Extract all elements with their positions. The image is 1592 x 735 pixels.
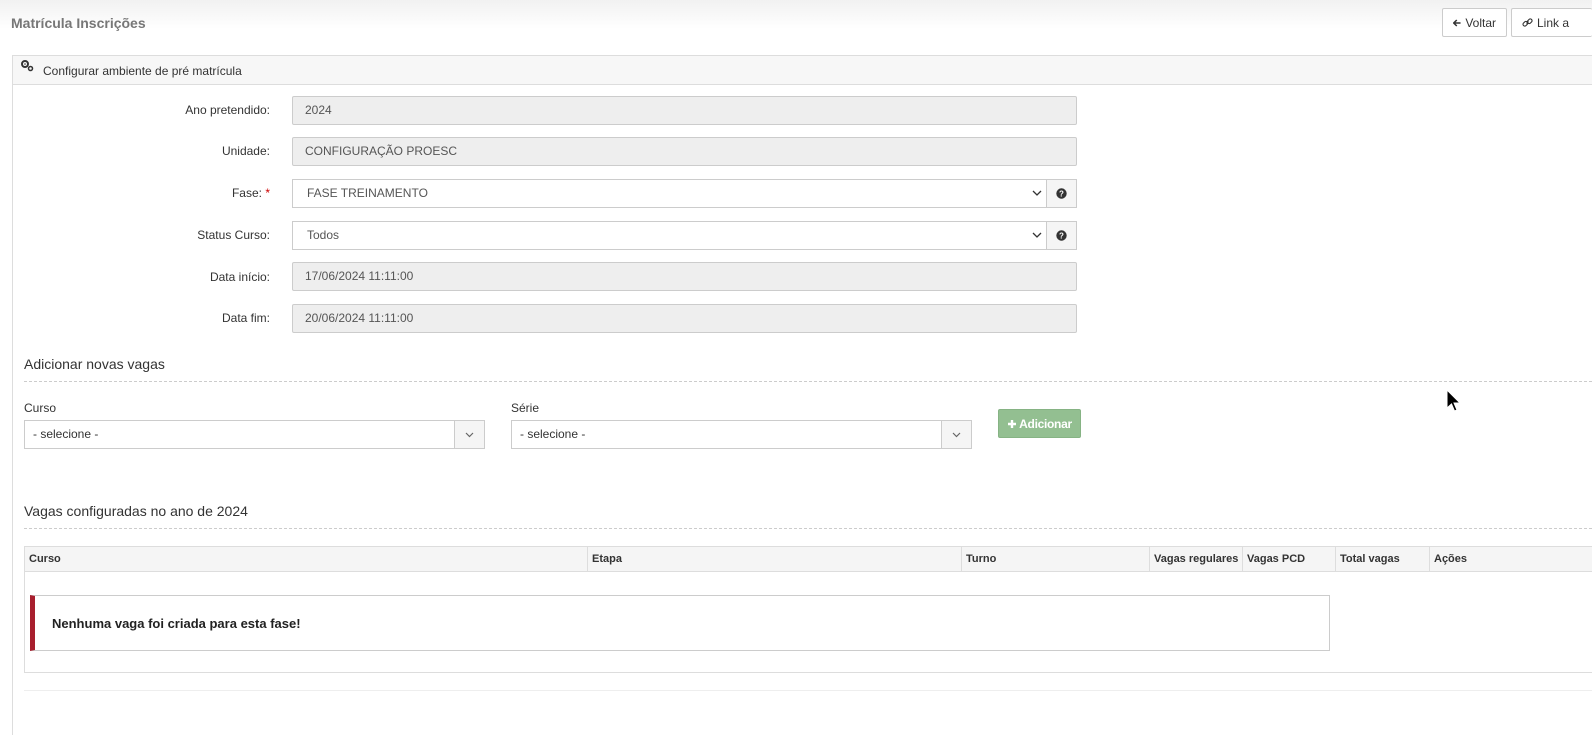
link-button-label: Link a <box>1537 15 1570 30</box>
panel-title: Configurar ambiente de pré matrícula <box>43 64 242 78</box>
status-select[interactable]: Todos <box>292 221 1047 250</box>
svg-text:?: ? <box>1059 190 1064 199</box>
fim-label: Data fim: <box>221 311 270 325</box>
vacancies-table: Curso Etapa Turno Vagas regulares Vagas … <box>24 546 1592 673</box>
table-section-title: Vagas configuradas no ano de 2024 <box>24 503 248 519</box>
curso-select-arrow[interactable] <box>454 421 484 448</box>
column-header-vagas-pcd[interactable]: Vagas PCD <box>1242 547 1335 572</box>
ano-field: 2024 <box>292 96 1077 125</box>
fase-label-text: Fase: <box>231 186 262 200</box>
footer-divider <box>24 690 1592 691</box>
fase-select-value: FASE TREINAMENTO <box>307 186 428 200</box>
link-button[interactable]: Link a <box>1511 8 1592 37</box>
chevron-down-icon <box>1032 190 1042 196</box>
serie-select[interactable]: - selecione - <box>511 420 972 449</box>
serie-label: Série <box>511 401 540 415</box>
add-section-title: Adicionar novas vagas <box>24 356 165 372</box>
chevron-down-icon <box>465 432 474 437</box>
mouse-pointer-icon <box>1446 389 1462 412</box>
arrow-left-icon <box>1453 18 1461 27</box>
panel-header: Configurar ambiente de pré matrícula <box>13 56 1592 85</box>
unidade-label: Unidade: <box>221 144 270 158</box>
fase-select[interactable]: FASE TREINAMENTO <box>292 179 1047 208</box>
section-divider <box>24 528 1592 529</box>
curso-label: Curso <box>24 401 57 415</box>
fase-help-button[interactable]: ? <box>1046 179 1077 208</box>
status-help-button[interactable]: ? <box>1046 221 1077 250</box>
empty-alert-message: Nenhuma vaga foi criada para esta fase! <box>52 616 301 631</box>
status-label: Status Curso: <box>197 228 270 242</box>
add-vacancy-label: Adicionar <box>1019 416 1072 431</box>
column-header-total-vagas[interactable]: Total vagas <box>1335 547 1429 572</box>
inicio-label: Data início: <box>209 270 270 284</box>
question-circle-icon: ? <box>1056 230 1067 241</box>
svg-text:?: ? <box>1059 232 1064 241</box>
chevron-down-icon <box>952 432 961 437</box>
page-title: Matrícula Inscrições <box>11 15 146 31</box>
back-button[interactable]: Voltar <box>1442 8 1507 37</box>
plus-icon <box>1008 419 1017 428</box>
curso-select-value: - selecione - <box>33 427 99 441</box>
top-bar <box>0 0 1592 48</box>
serie-select-value: - selecione - <box>520 427 586 441</box>
curso-select[interactable]: - selecione - <box>24 420 485 449</box>
column-header-acoes: Ações <box>1429 547 1592 572</box>
unidade-field: CONFIGURAÇÃO PROESC <box>292 137 1077 166</box>
link-icon <box>1522 18 1533 27</box>
table-header: Curso Etapa Turno Vagas regulares Vagas … <box>25 547 1592 572</box>
status-select-value: Todos <box>307 228 340 242</box>
inicio-field: 17/06/2024 11:11:00 <box>292 262 1077 291</box>
column-header-vagas-regulares[interactable]: Vagas regulares <box>1149 547 1242 572</box>
serie-select-arrow[interactable] <box>941 421 971 448</box>
required-marker: * <box>265 186 270 200</box>
question-circle-icon: ? <box>1056 188 1067 199</box>
section-divider <box>24 381 1592 382</box>
column-header-turno[interactable]: Turno <box>961 547 1149 572</box>
gears-icon <box>21 60 34 72</box>
column-header-curso[interactable]: Curso <box>25 547 587 572</box>
chevron-down-icon <box>1032 232 1042 238</box>
fase-label: Fase: * <box>12 186 270 200</box>
empty-alert: Nenhuma vaga foi criada para esta fase! <box>30 595 1330 651</box>
column-header-etapa[interactable]: Etapa <box>587 547 961 572</box>
back-button-label: Voltar <box>1465 15 1496 30</box>
ano-label: Ano pretendido: <box>185 103 270 117</box>
fim-field: 20/06/2024 11:11:00 <box>292 304 1077 333</box>
add-vacancy-button[interactable]: Adicionar <box>998 409 1081 438</box>
